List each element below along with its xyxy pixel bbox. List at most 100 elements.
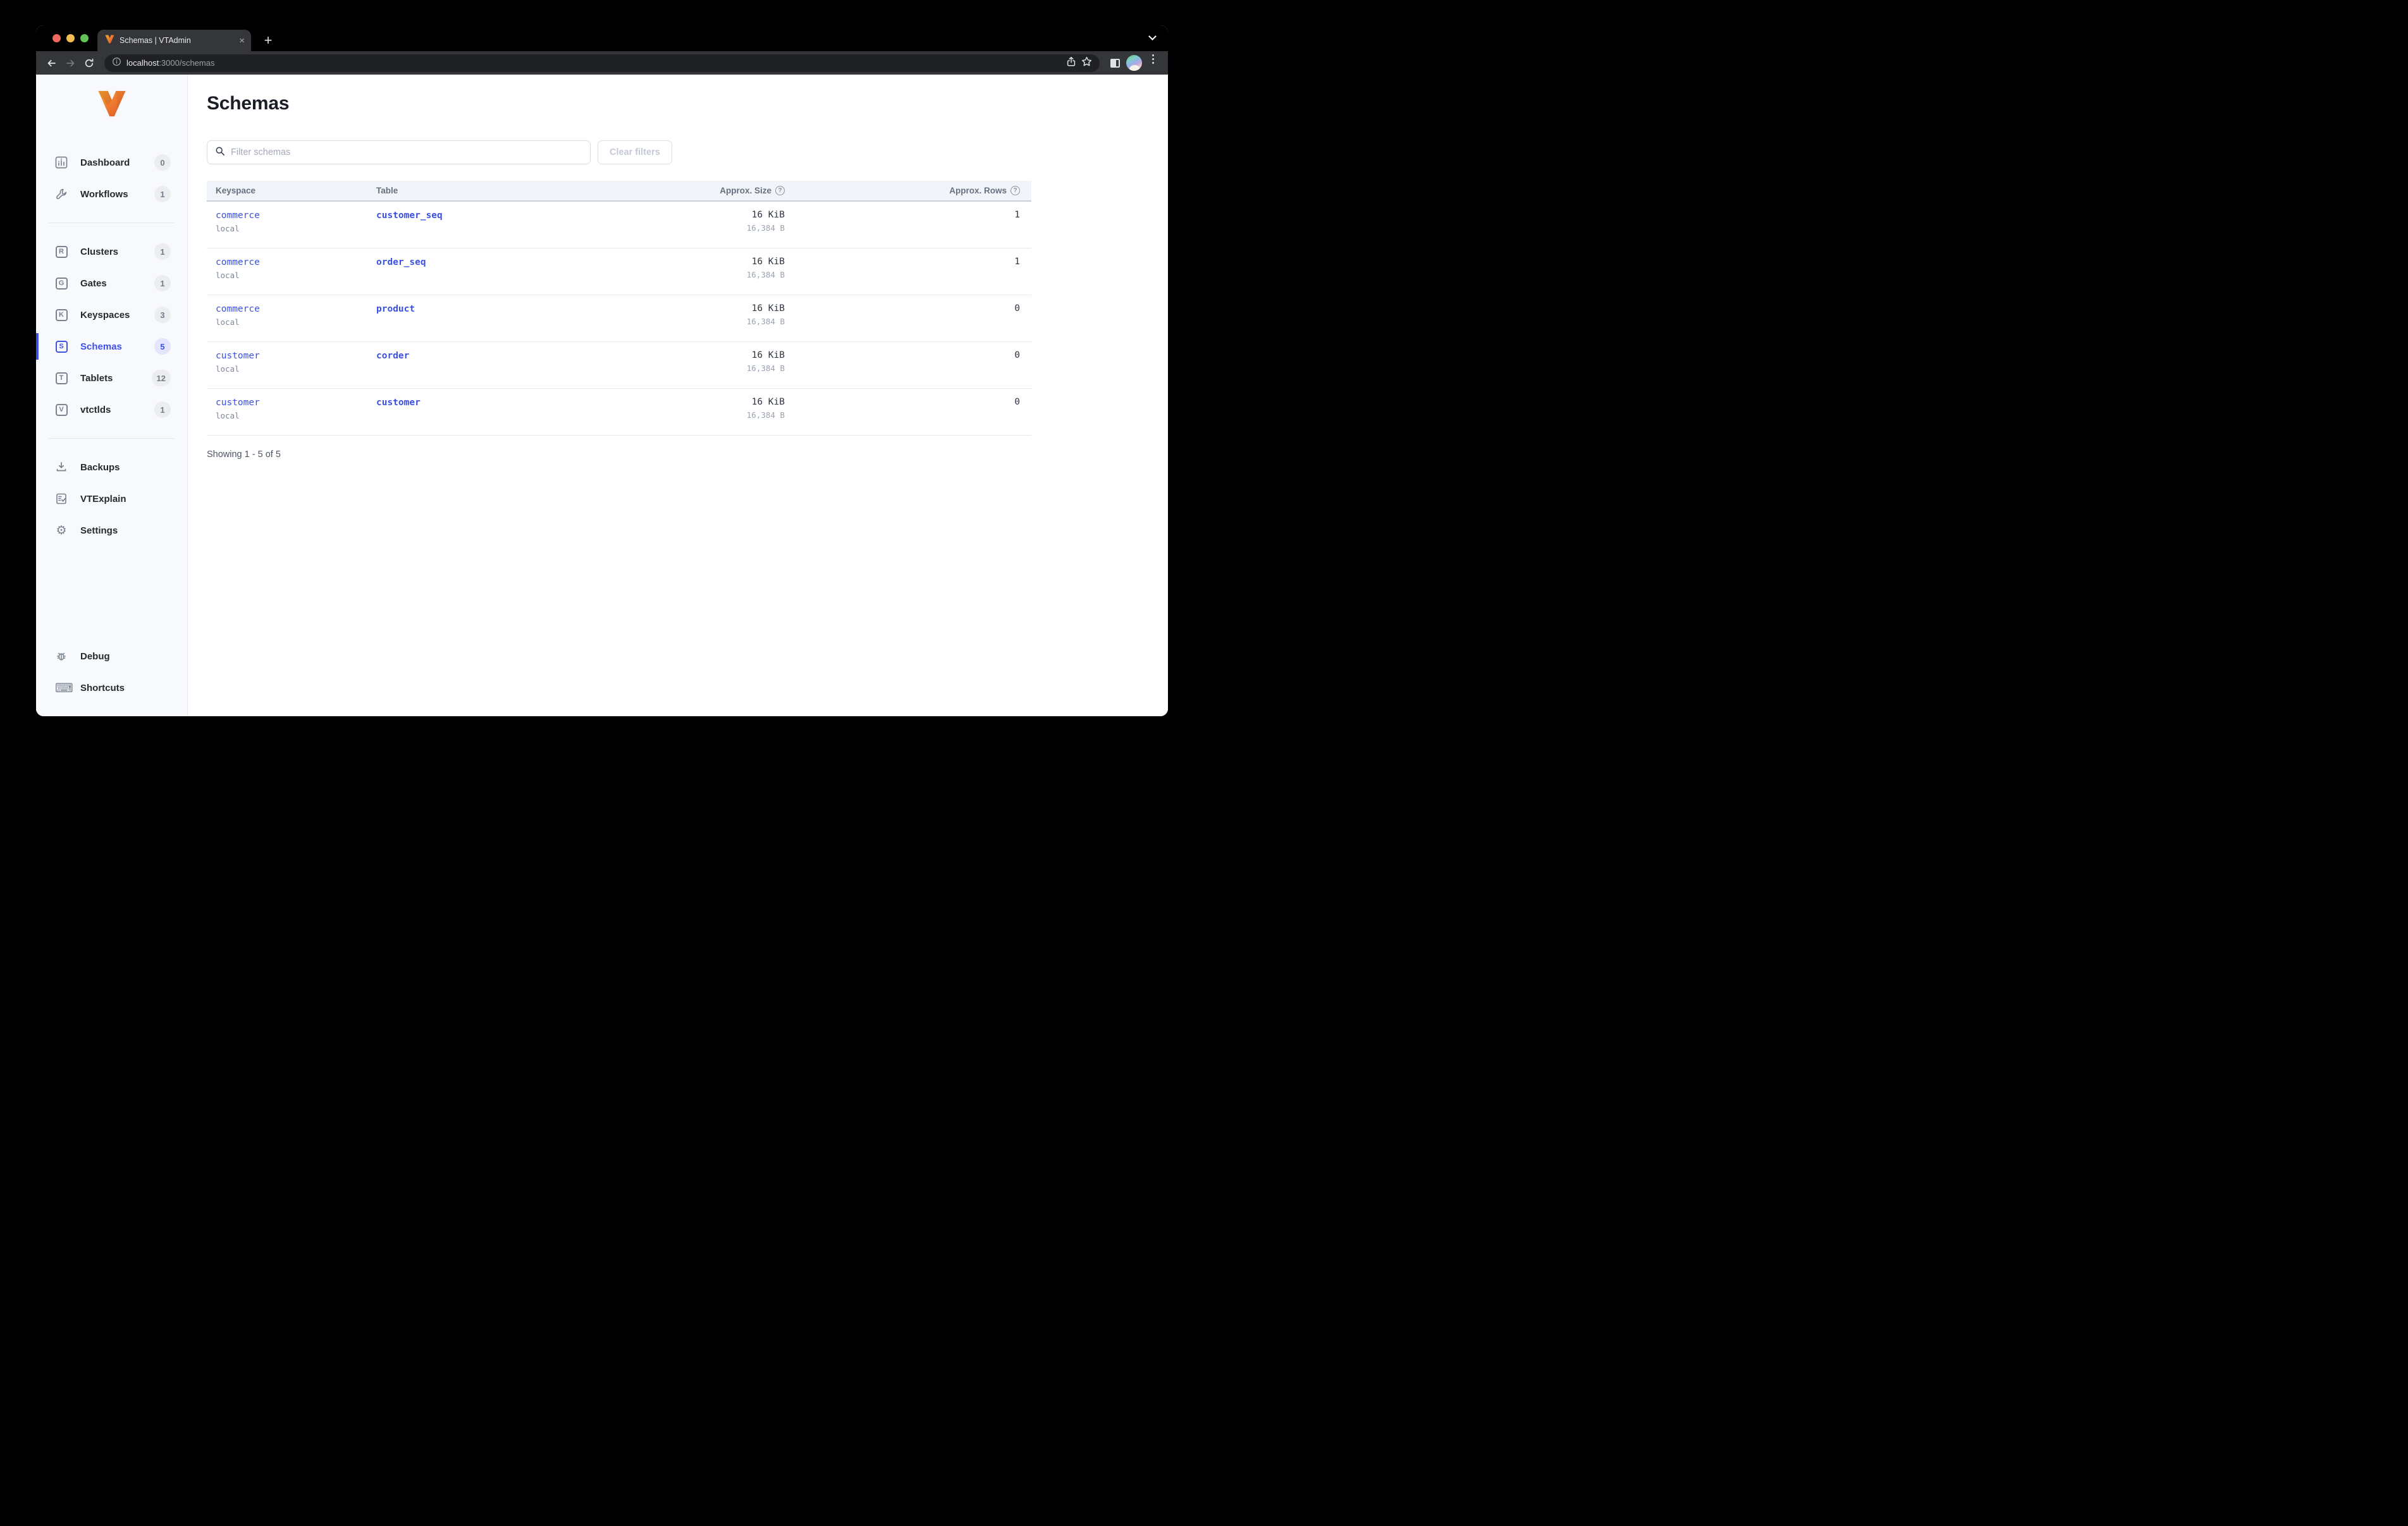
share-icon[interactable] bbox=[1066, 56, 1076, 70]
filter-row: Clear filters bbox=[207, 140, 1168, 164]
count-badge: 1 bbox=[154, 243, 171, 260]
sidebar: Dashboard 0 Workflows 1 R Clusters 1 G G… bbox=[36, 75, 188, 716]
approx-rows-value: 1 bbox=[1014, 257, 1020, 267]
letter-icon: R bbox=[55, 245, 68, 258]
forward-arrow-icon[interactable] bbox=[61, 54, 79, 72]
table-row: commerce local product 16 KiB 16,384 B 0 bbox=[207, 295, 1031, 342]
table-row: customer local corder 16 KiB 16,384 B 0 bbox=[207, 342, 1031, 389]
keyspace-link[interactable]: commerce bbox=[216, 257, 260, 267]
letter-icon: V bbox=[55, 403, 68, 416]
filter-schemas-input[interactable] bbox=[231, 147, 582, 157]
sidebar-item-keyspaces[interactable]: K Keyspaces 3 bbox=[36, 299, 187, 331]
size-bytes-value: 16,384 B bbox=[746, 363, 785, 373]
wrench-icon bbox=[55, 188, 68, 200]
bookmark-star-icon[interactable] bbox=[1081, 56, 1092, 70]
side-panel-icon[interactable] bbox=[1106, 54, 1124, 72]
keyspace-link[interactable]: customer bbox=[216, 351, 260, 361]
keyspace-link[interactable]: commerce bbox=[216, 211, 260, 221]
approx-size-value: 16 KiB bbox=[751, 350, 785, 360]
tab-title: Schemas | VTAdmin bbox=[120, 36, 191, 45]
approx-rows-value: 0 bbox=[1014, 350, 1020, 360]
count-badge: 0 bbox=[154, 154, 171, 171]
count-badge: 12 bbox=[151, 370, 171, 386]
sidebar-item-vtctlds[interactable]: V vtctlds 1 bbox=[36, 394, 187, 425]
size-bytes-value: 16,384 B bbox=[746, 223, 785, 233]
sidebar-item-schemas[interactable]: S Schemas 5 bbox=[36, 331, 187, 362]
approx-size-value: 16 KiB bbox=[751, 303, 785, 314]
column-header-approx-size: Approx. Size ? bbox=[582, 186, 785, 195]
sidebar-item-dashboard[interactable]: Dashboard 0 bbox=[36, 147, 187, 178]
back-arrow-icon[interactable] bbox=[42, 54, 60, 72]
letter-icon: K bbox=[55, 308, 68, 321]
download-icon bbox=[55, 461, 68, 473]
size-bytes-value: 16,384 B bbox=[746, 410, 785, 420]
approx-rows-value: 1 bbox=[1014, 210, 1020, 220]
chevron-down-icon[interactable] bbox=[1148, 32, 1157, 40]
main-panel: Schemas Clear filters Keyspace Table App… bbox=[188, 75, 1168, 716]
table-header-row: Keyspace Table Approx. Size ? Approx. Ro… bbox=[207, 181, 1031, 202]
site-info-icon[interactable] bbox=[112, 57, 121, 70]
table-link[interactable]: customer_seq bbox=[376, 211, 443, 221]
column-header-keyspace: Keyspace bbox=[216, 186, 256, 195]
letter-icon: T bbox=[55, 372, 68, 384]
size-bytes-value: 16,384 B bbox=[746, 317, 785, 326]
table-row: customer local customer 16 KiB 16,384 B … bbox=[207, 389, 1031, 436]
dashboard-icon bbox=[55, 156, 68, 169]
table-link[interactable]: customer bbox=[376, 398, 421, 408]
app-content: Dashboard 0 Workflows 1 R Clusters 1 G G… bbox=[36, 75, 1168, 716]
search-icon bbox=[215, 146, 225, 159]
count-badge: 3 bbox=[154, 307, 171, 323]
count-badge: 5 bbox=[154, 338, 171, 355]
cluster-label: local bbox=[216, 364, 240, 374]
approx-rows-value: 0 bbox=[1014, 303, 1020, 314]
url-address-bar[interactable]: localhost:3000/schemas bbox=[104, 54, 1100, 72]
schemas-table: Keyspace Table Approx. Size ? Approx. Ro… bbox=[207, 181, 1031, 436]
keyspace-link[interactable]: customer bbox=[216, 398, 260, 408]
profile-avatar[interactable] bbox=[1125, 54, 1143, 72]
table-body: commerce local customer_seq 16 KiB 16,38… bbox=[207, 202, 1031, 436]
count-badge: 1 bbox=[154, 401, 171, 418]
checklist-doc-icon bbox=[55, 492, 68, 505]
sidebar-divider bbox=[49, 438, 175, 439]
letter-icon: S bbox=[55, 340, 68, 353]
sidebar-item-workflows[interactable]: Workflows 1 bbox=[36, 178, 187, 210]
zoom-window-button[interactable] bbox=[80, 34, 89, 42]
count-badge: 1 bbox=[154, 186, 171, 202]
browser-toolbar: localhost:3000/schemas bbox=[36, 51, 1168, 75]
sidebar-item-tablets[interactable]: T Tablets 12 bbox=[36, 362, 187, 394]
sidebar-nav: Dashboard 0 Workflows 1 R Clusters 1 G G… bbox=[36, 147, 187, 546]
cluster-label: local bbox=[216, 224, 240, 233]
sidebar-item-debug[interactable]: Debug bbox=[36, 640, 187, 672]
size-bytes-value: 16,384 B bbox=[746, 270, 785, 279]
keyboard-icon: ⌨ bbox=[55, 680, 73, 695]
approx-size-value: 16 KiB bbox=[751, 210, 785, 220]
tab-strip: Schemas | VTAdmin × + bbox=[36, 25, 1168, 51]
sidebar-item-settings[interactable]: ⚙ Settings bbox=[36, 515, 187, 546]
minimize-window-button[interactable] bbox=[66, 34, 75, 42]
sidebar-item-gates[interactable]: G Gates 1 bbox=[36, 267, 187, 299]
letter-icon: G bbox=[55, 277, 68, 290]
window-controls bbox=[52, 34, 89, 42]
table-link[interactable]: corder bbox=[376, 351, 409, 361]
table-row: commerce local order_seq 16 KiB 16,384 B… bbox=[207, 248, 1031, 295]
column-header-table: Table bbox=[376, 186, 398, 195]
help-icon[interactable]: ? bbox=[775, 186, 785, 195]
pagination-summary: Showing 1 - 5 of 5 bbox=[207, 449, 281, 460]
reload-icon[interactable] bbox=[80, 54, 98, 72]
close-tab-icon[interactable]: × bbox=[239, 36, 245, 46]
close-window-button[interactable] bbox=[52, 34, 61, 42]
browser-tab[interactable]: Schemas | VTAdmin × bbox=[97, 30, 251, 51]
page-title: Schemas bbox=[207, 93, 290, 114]
sidebar-item-clusters[interactable]: R Clusters 1 bbox=[36, 236, 187, 267]
sidebar-item-shortcuts[interactable]: ⌨ Shortcuts bbox=[36, 672, 187, 704]
keyspace-link[interactable]: commerce bbox=[216, 304, 260, 314]
table-link[interactable]: order_seq bbox=[376, 257, 426, 267]
sidebar-item-vtexplain[interactable]: VTExplain bbox=[36, 483, 187, 515]
clear-filters-button[interactable]: Clear filters bbox=[598, 140, 672, 164]
new-tab-button[interactable]: + bbox=[260, 34, 276, 47]
browser-window: Schemas | VTAdmin × + localhost:3000/sch… bbox=[36, 25, 1168, 716]
kebab-menu-icon[interactable] bbox=[1144, 54, 1162, 72]
table-link[interactable]: product bbox=[376, 304, 415, 314]
sidebar-item-backups[interactable]: Backups bbox=[36, 451, 187, 483]
help-icon[interactable]: ? bbox=[1010, 186, 1020, 195]
